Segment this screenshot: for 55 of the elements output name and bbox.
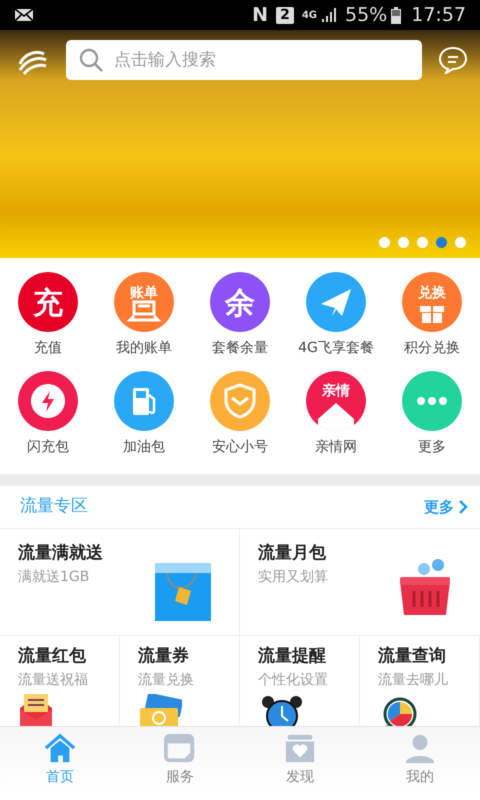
shortcut-item[interactable]: 账单 我的账单 (96, 272, 192, 359)
shortcut-label: 更多 (418, 438, 446, 457)
banknote-icon (138, 694, 182, 726)
tile-subtitle: 流量兑换 (138, 670, 195, 690)
shortcut-item[interactable]: 闪充包 (0, 371, 96, 458)
shortcut-icon: 充 (18, 272, 78, 332)
shortcut-icon: 兑换 (402, 272, 462, 332)
network-type: 4G (302, 8, 317, 22)
shortcut-item[interactable]: 安心小号 (192, 371, 288, 458)
section-title: 流量专区 (20, 495, 88, 518)
battery-icon (391, 6, 402, 24)
tile-title: 流量查询 (378, 645, 447, 668)
search-field[interactable]: 点击输入搜索 (66, 40, 422, 80)
shortcut-label: 加油包 (123, 438, 165, 457)
shortcut-item[interactable]: 余 套餐余量 (192, 272, 288, 359)
mail-icon (14, 8, 34, 22)
shortcut-label: 套餐余量 (212, 339, 268, 358)
promo-tile[interactable]: 流量月包 实用又划算 (240, 529, 480, 636)
home-icon (42, 733, 78, 765)
clock-time: 17:57 (411, 2, 466, 28)
shortcut-label: 闪充包 (27, 438, 69, 457)
chevron-right-icon (458, 499, 468, 515)
shortcut-item[interactable]: 兑换 积分兑换 (384, 272, 480, 359)
tile-subtitle: 流量送祝福 (18, 670, 89, 690)
shortcut-item[interactable]: 加油包 (96, 371, 192, 458)
signal-icon (321, 7, 337, 23)
tile-title: 流量月包 (258, 542, 327, 565)
calendar-edit-icon (162, 733, 198, 765)
shortcut-label: 积分兑换 (404, 339, 460, 358)
shortcut-item[interactable]: 亲情 亲情网 (288, 371, 384, 458)
tile-title: 流量券 (138, 645, 190, 668)
shortcut-icon: 账单 (114, 272, 174, 332)
nfc-indicator: N (252, 2, 268, 28)
tile-subtitle: 实用又划算 (258, 568, 329, 586)
shortcut-item[interactable]: 充 充值 (0, 272, 96, 359)
shortcut-icon: 亲情 (306, 371, 366, 431)
tile-subtitle: 满就送1GB (18, 568, 90, 586)
tile-title: 流量满就送 (18, 542, 104, 565)
tile-subtitle: 个性化设置 (258, 670, 329, 690)
message-icon[interactable] (438, 46, 468, 74)
battery-percent: 55% (345, 2, 388, 28)
shortcut-label: 安心小号 (212, 438, 268, 457)
shortcut-label: 4G飞享套餐 (298, 339, 374, 358)
shortcut-item[interactable]: 4G飞享套餐 (288, 272, 384, 359)
promo-tile[interactable]: 流量满就送 满就送1GB (0, 529, 240, 636)
shortcut-label: 亲情网 (315, 438, 357, 457)
shortcut-label: 我的账单 (116, 339, 172, 358)
tile-title: 流量提醒 (258, 645, 327, 668)
shortcut-item[interactable]: 更多 (384, 371, 480, 458)
tile-subtitle: 流量去哪儿 (378, 670, 449, 690)
tile-title: 流量红包 (18, 645, 87, 668)
shortcut-icon: 余 (210, 272, 270, 332)
search-icon (78, 47, 104, 73)
shortcut-label: 充值 (34, 339, 62, 358)
sim-indicator: 2 (276, 6, 294, 24)
